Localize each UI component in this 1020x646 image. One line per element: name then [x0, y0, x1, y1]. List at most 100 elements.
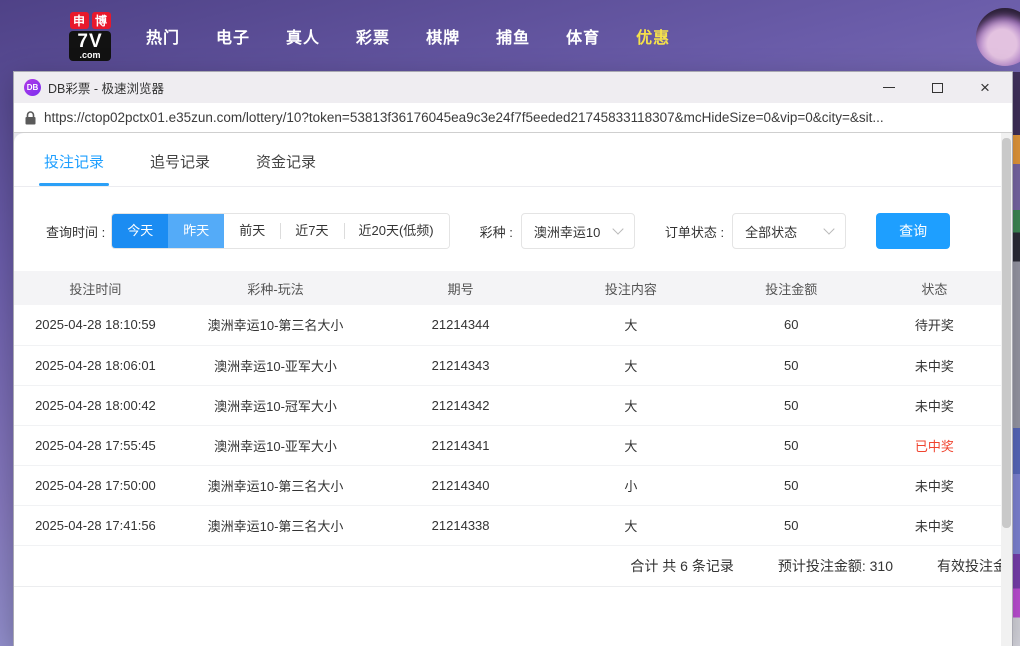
order-status-select[interactable]: 全部状态 — [732, 213, 847, 249]
cell-status: 未中奖 — [867, 345, 1001, 386]
browser-window: DB DB彩票 - 极速浏览器 × https://ctop02pctx01.e… — [14, 72, 1012, 646]
cell-status: 未中奖 — [867, 385, 1001, 426]
address-bar[interactable]: https://ctop02pctx01.e35zun.com/lottery/… — [14, 103, 1012, 133]
cell-status: 未中奖 — [867, 465, 1001, 506]
cell-lottery-play: 澳洲幸运10-冠军大小 — [176, 385, 375, 426]
cell-bet-time: 2025-04-28 17:50:00 — [14, 465, 177, 506]
cell-period: 21214340 — [374, 465, 547, 506]
cell-bet-content: 大 — [546, 385, 715, 426]
cell-period: 21214344 — [374, 305, 547, 346]
logo-badge: 博 — [91, 11, 111, 29]
cell-bet-time: 2025-04-28 17:55:45 — [14, 425, 177, 466]
db-app-icon: DB — [24, 79, 41, 96]
cell-period: 21214342 — [374, 385, 547, 426]
table-row: 2025-04-28 18:10:59 澳洲幸运10-第三名大小 21214344 大… — [14, 305, 1001, 346]
minimize-button[interactable] — [882, 81, 896, 95]
cell-bet-content: 大 — [546, 305, 715, 346]
table-header-row: 投注时间 彩种-玩法 期号 投注内容 投注金额 状态 — [14, 271, 1001, 305]
nav-item[interactable]: 彩票 — [356, 24, 390, 48]
cell-bet-time: 2025-04-28 18:06:01 — [14, 345, 177, 386]
table-row: 2025-04-28 18:06:01 澳洲幸运10-亚军大小 21214343 大 5… — [14, 345, 1001, 386]
cell-status: 已中奖 — [867, 425, 1001, 466]
nav-item[interactable]: 电子 — [216, 24, 250, 48]
cell-status: 待开奖 — [867, 305, 1001, 346]
col-header-period: 期号 — [374, 271, 547, 305]
url-text[interactable]: https://ctop02pctx01.e35zun.com/lottery/… — [44, 110, 884, 125]
col-header-bet-time: 投注时间 — [14, 271, 177, 305]
search-button[interactable]: 查询 — [876, 213, 951, 249]
logo-sub-text: .com — [79, 49, 101, 60]
lottery-filter-label: 彩种 : — [479, 224, 513, 240]
cell-bet-amount: 50 — [714, 385, 868, 426]
col-header-bet-amount: 投注金额 — [714, 271, 868, 305]
time-filter-option-1[interactable]: 昨天 — [168, 214, 225, 248]
nav-item[interactable]: 捕鱼 — [496, 24, 530, 48]
cell-lottery-play: 澳洲幸运10-第三名大小 — [176, 465, 375, 506]
cell-bet-content: 小 — [546, 465, 715, 506]
bet-records-table: 投注时间 彩种-玩法 期号 投注内容 投注金额 状态 2025-04-28 18… — [14, 271, 1001, 546]
cell-lottery-play: 澳洲幸运10-亚军大小 — [176, 345, 375, 386]
nav-item[interactable]: 热门 — [146, 24, 180, 48]
cell-lottery-play: 澳洲幸运10-第三名大小 — [176, 305, 375, 346]
cell-bet-amount: 50 — [714, 465, 868, 506]
cell-period: 21214341 — [374, 425, 547, 466]
lottery-select[interactable]: 澳洲幸运10 — [520, 213, 635, 249]
nav-item[interactable]: 体育 — [566, 24, 600, 48]
cell-bet-amount: 50 — [714, 425, 868, 466]
close-button[interactable]: × — [978, 77, 992, 97]
tab-chase-records[interactable]: 追号记录 — [150, 151, 210, 186]
tab-funds-records[interactable]: 资金记录 — [256, 151, 316, 186]
summary-total-records: 合计 共 6 条记录 — [630, 557, 734, 574]
window-titlebar[interactable]: DB DB彩票 - 极速浏览器 × — [14, 72, 1012, 103]
summary-expected-amount: 预计投注金额: 310 — [777, 557, 893, 574]
cell-lottery-play: 澳洲幸运10-亚军大小 — [176, 425, 375, 466]
cell-bet-time: 2025-04-28 18:10:59 — [14, 305, 177, 346]
maximize-button[interactable] — [930, 81, 944, 95]
background-page-edge — [1012, 72, 1020, 646]
time-filter-option-4[interactable]: 近20天(低频) — [343, 214, 449, 248]
col-header-bet-content: 投注内容 — [546, 271, 715, 305]
cell-bet-time: 2025-04-28 17:41:56 — [14, 505, 177, 546]
scrollbar-thumb[interactable] — [1002, 138, 1011, 528]
time-filter-group: 今天 昨天 前天 近7天 近20天(低频) — [111, 213, 450, 249]
order-status-value: 全部状态 — [745, 224, 798, 240]
time-filter-label: 查询时间 : — [46, 224, 106, 240]
chevron-down-icon — [823, 223, 835, 235]
page-content: 投注记录 追号记录 资金记录 查询时间 : 今天 昨天 前天 近7天 近20天(低频) … — [14, 133, 1001, 646]
cell-bet-time: 2025-04-28 18:00:42 — [14, 385, 177, 426]
scrollbar-track[interactable] — [1001, 133, 1012, 646]
tab-bet-records[interactable]: 投注记录 — [38, 151, 110, 186]
minimize-icon — [883, 87, 895, 88]
cell-bet-amount: 60 — [714, 305, 868, 346]
site-logo[interactable]: 申 博 7V .com — [62, 11, 118, 61]
nav-item[interactable]: 优惠 — [636, 24, 670, 48]
window-title: DB彩票 - 极速浏览器 — [48, 82, 164, 96]
record-tabs: 投注记录 追号记录 资金记录 — [14, 133, 1001, 187]
browser-viewport: 投注记录 追号记录 资金记录 查询时间 : 今天 昨天 前天 近7天 近20天(低频) … — [14, 133, 1012, 646]
close-icon: × — [980, 77, 990, 97]
cell-status: 未中奖 — [867, 505, 1001, 546]
summary-bar: 合计 共 6 条记录 预计投注金额: 310 有效投注金 — [14, 546, 1001, 587]
nav-item[interactable]: 棋牌 — [426, 24, 460, 48]
user-avatar[interactable] — [976, 8, 1020, 66]
table-row: 2025-04-28 17:50:00 澳洲幸运10-第三名大小 21214340 小… — [14, 465, 1001, 506]
chevron-down-icon — [612, 223, 624, 235]
cell-bet-amount: 50 — [714, 505, 868, 546]
nav-item[interactable]: 真人 — [286, 24, 320, 48]
cell-bet-content: 大 — [546, 425, 715, 466]
time-filter-option-3[interactable]: 近7天 — [280, 214, 344, 248]
maximize-icon — [931, 82, 943, 93]
summary-valid-amount: 有效投注金 — [937, 557, 1001, 574]
time-filter-option-2[interactable]: 前天 — [224, 214, 281, 248]
cell-period: 21214343 — [374, 345, 547, 386]
table-row: 2025-04-28 18:00:42 澳洲幸运10-冠军大小 21214342 大 5… — [14, 385, 1001, 426]
cell-bet-amount: 50 — [714, 345, 868, 386]
col-header-lottery-play: 彩种-玩法 — [176, 271, 375, 305]
time-filter-option-0[interactable]: 今天 — [112, 214, 169, 248]
lock-icon — [25, 110, 36, 124]
logo-badge: 申 — [69, 11, 89, 29]
col-header-status: 状态 — [867, 271, 1001, 305]
cell-lottery-play: 澳洲幸运10-第三名大小 — [176, 505, 375, 546]
lottery-select-value: 澳洲幸运10 — [533, 224, 601, 240]
table-row: 2025-04-28 17:55:45 澳洲幸运10-亚军大小 21214341 大 5… — [14, 425, 1001, 466]
